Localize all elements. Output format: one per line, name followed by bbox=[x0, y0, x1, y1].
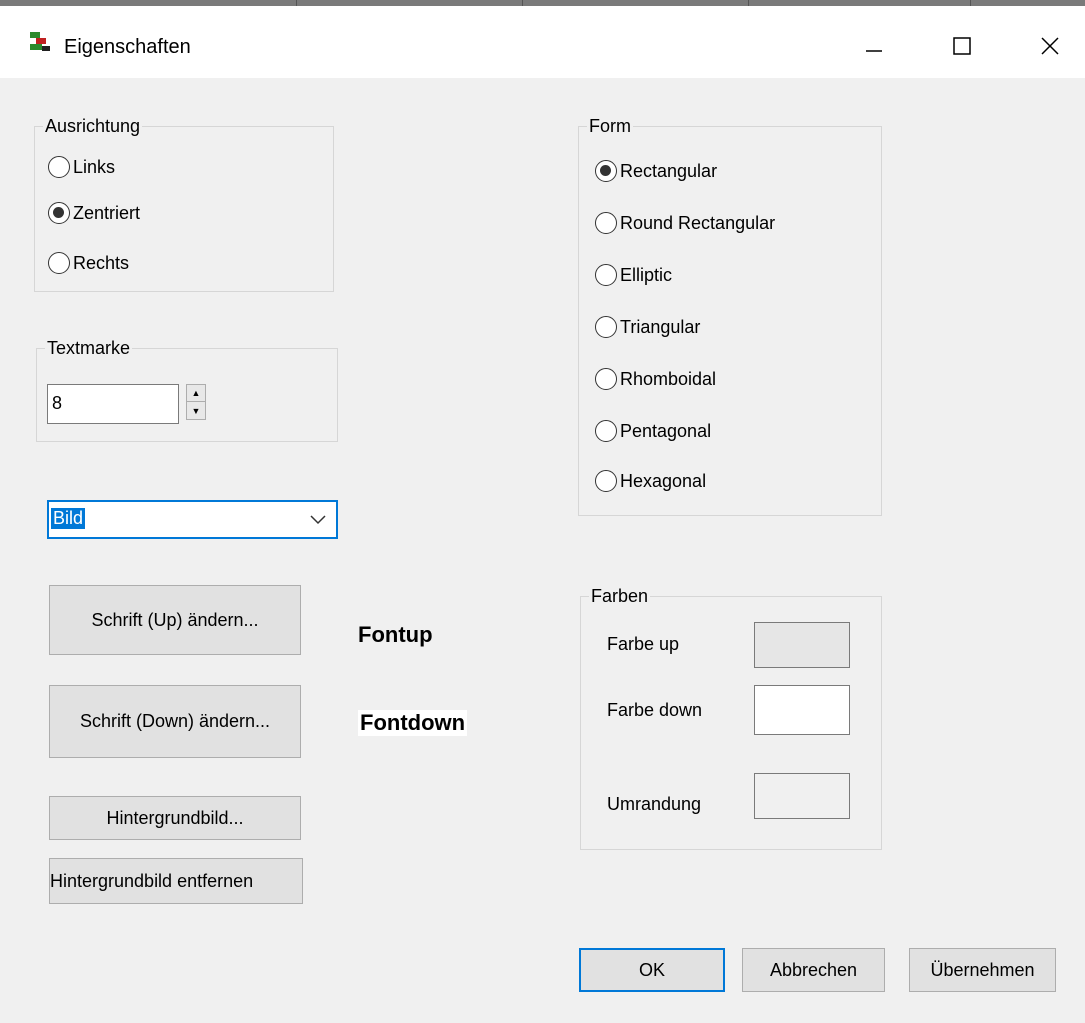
maximize-icon bbox=[953, 37, 971, 55]
image-combo[interactable]: Bild bbox=[47, 500, 338, 539]
radio-elliptic[interactable]: Elliptic bbox=[595, 264, 672, 286]
farbe-up-label: Farbe up bbox=[607, 634, 680, 654]
radio-circle bbox=[48, 156, 70, 178]
radio-circle bbox=[595, 212, 617, 234]
radio-label: Pentagonal bbox=[620, 420, 712, 441]
ok-button[interactable]: OK bbox=[579, 948, 725, 992]
farbe-up-swatch[interactable] bbox=[754, 622, 850, 668]
maximize-button[interactable] bbox=[934, 24, 990, 68]
radio-label: Rechts bbox=[73, 252, 130, 273]
combo-selected-value: Bild bbox=[51, 508, 86, 529]
radio-zentriert[interactable]: Zentriert bbox=[48, 202, 140, 224]
radio-circle bbox=[595, 470, 617, 492]
farbe-down-label: Farbe down bbox=[607, 700, 703, 720]
ausrichtung-legend: Ausrichtung bbox=[43, 115, 143, 137]
remove-background-button[interactable]: Hintergrundbild entfernen bbox=[49, 858, 303, 904]
radio-label: Hexagonal bbox=[620, 470, 707, 491]
title-bar[interactable]: Eigenschaften bbox=[0, 6, 1085, 78]
chevron-down-icon bbox=[310, 510, 326, 531]
radio-circle bbox=[595, 316, 617, 338]
radio-label: Triangular bbox=[620, 316, 701, 337]
radio-circle-checked bbox=[48, 202, 70, 224]
radio-circle bbox=[595, 264, 617, 286]
radio-links[interactable]: Links bbox=[48, 156, 115, 178]
farben-legend: Farben bbox=[589, 585, 651, 607]
textmarke-legend: Textmarke bbox=[45, 337, 133, 359]
radio-circle bbox=[48, 252, 70, 274]
font-up-preview: Fontup bbox=[358, 622, 433, 647]
cancel-button[interactable]: Abbrechen bbox=[742, 948, 885, 992]
textmarke-spinner[interactable]: ▲ ▼ bbox=[186, 384, 206, 420]
radio-triangular[interactable]: Triangular bbox=[595, 316, 700, 338]
form-legend: Form bbox=[587, 115, 633, 137]
radio-hexagonal[interactable]: Hexagonal bbox=[595, 470, 706, 492]
background-image-button[interactable]: Hintergrundbild... bbox=[49, 796, 301, 840]
minimize-icon bbox=[866, 50, 882, 52]
radio-rectangular[interactable]: Rectangular bbox=[595, 160, 717, 182]
radio-label: Round Rectangular bbox=[620, 212, 776, 233]
apply-button[interactable]: Übernehmen bbox=[909, 948, 1056, 992]
radio-round-rectangular[interactable]: Round Rectangular bbox=[595, 212, 775, 234]
radio-label: Links bbox=[73, 156, 116, 177]
umrandung-swatch[interactable] bbox=[754, 773, 850, 819]
spin-down-icon[interactable]: ▼ bbox=[187, 402, 205, 419]
close-button[interactable] bbox=[1022, 24, 1078, 68]
close-icon bbox=[1041, 37, 1059, 55]
radio-pentagonal[interactable]: Pentagonal bbox=[595, 420, 711, 442]
textmarke-value: 8 bbox=[52, 393, 63, 413]
radio-label: Rhomboidal bbox=[620, 368, 717, 389]
radio-label: Rectangular bbox=[620, 160, 718, 181]
app-icon bbox=[28, 30, 54, 54]
radio-circle-checked bbox=[595, 160, 617, 182]
window-title: Eigenschaften bbox=[64, 36, 191, 58]
radio-rhomboidal[interactable]: Rhomboidal bbox=[595, 368, 716, 390]
font-down-button[interactable]: Schrift (Down) ändern... bbox=[49, 685, 301, 758]
dialog-body: Ausrichtung Links Zentriert Rechts Textm… bbox=[0, 78, 1085, 1023]
radio-label: Zentriert bbox=[73, 202, 141, 223]
radio-rechts[interactable]: Rechts bbox=[48, 252, 129, 274]
radio-label: Elliptic bbox=[620, 264, 673, 285]
font-down-preview: Fontdown bbox=[358, 710, 468, 736]
umrandung-label: Umrandung bbox=[607, 794, 702, 814]
radio-circle bbox=[595, 368, 617, 390]
font-up-button[interactable]: Schrift (Up) ändern... bbox=[49, 585, 301, 655]
textmarke-input[interactable]: 8 bbox=[47, 384, 179, 424]
spin-up-icon[interactable]: ▲ bbox=[187, 385, 205, 402]
farbe-down-swatch[interactable] bbox=[754, 685, 850, 735]
minimize-button[interactable] bbox=[846, 24, 902, 68]
radio-circle bbox=[595, 420, 617, 442]
